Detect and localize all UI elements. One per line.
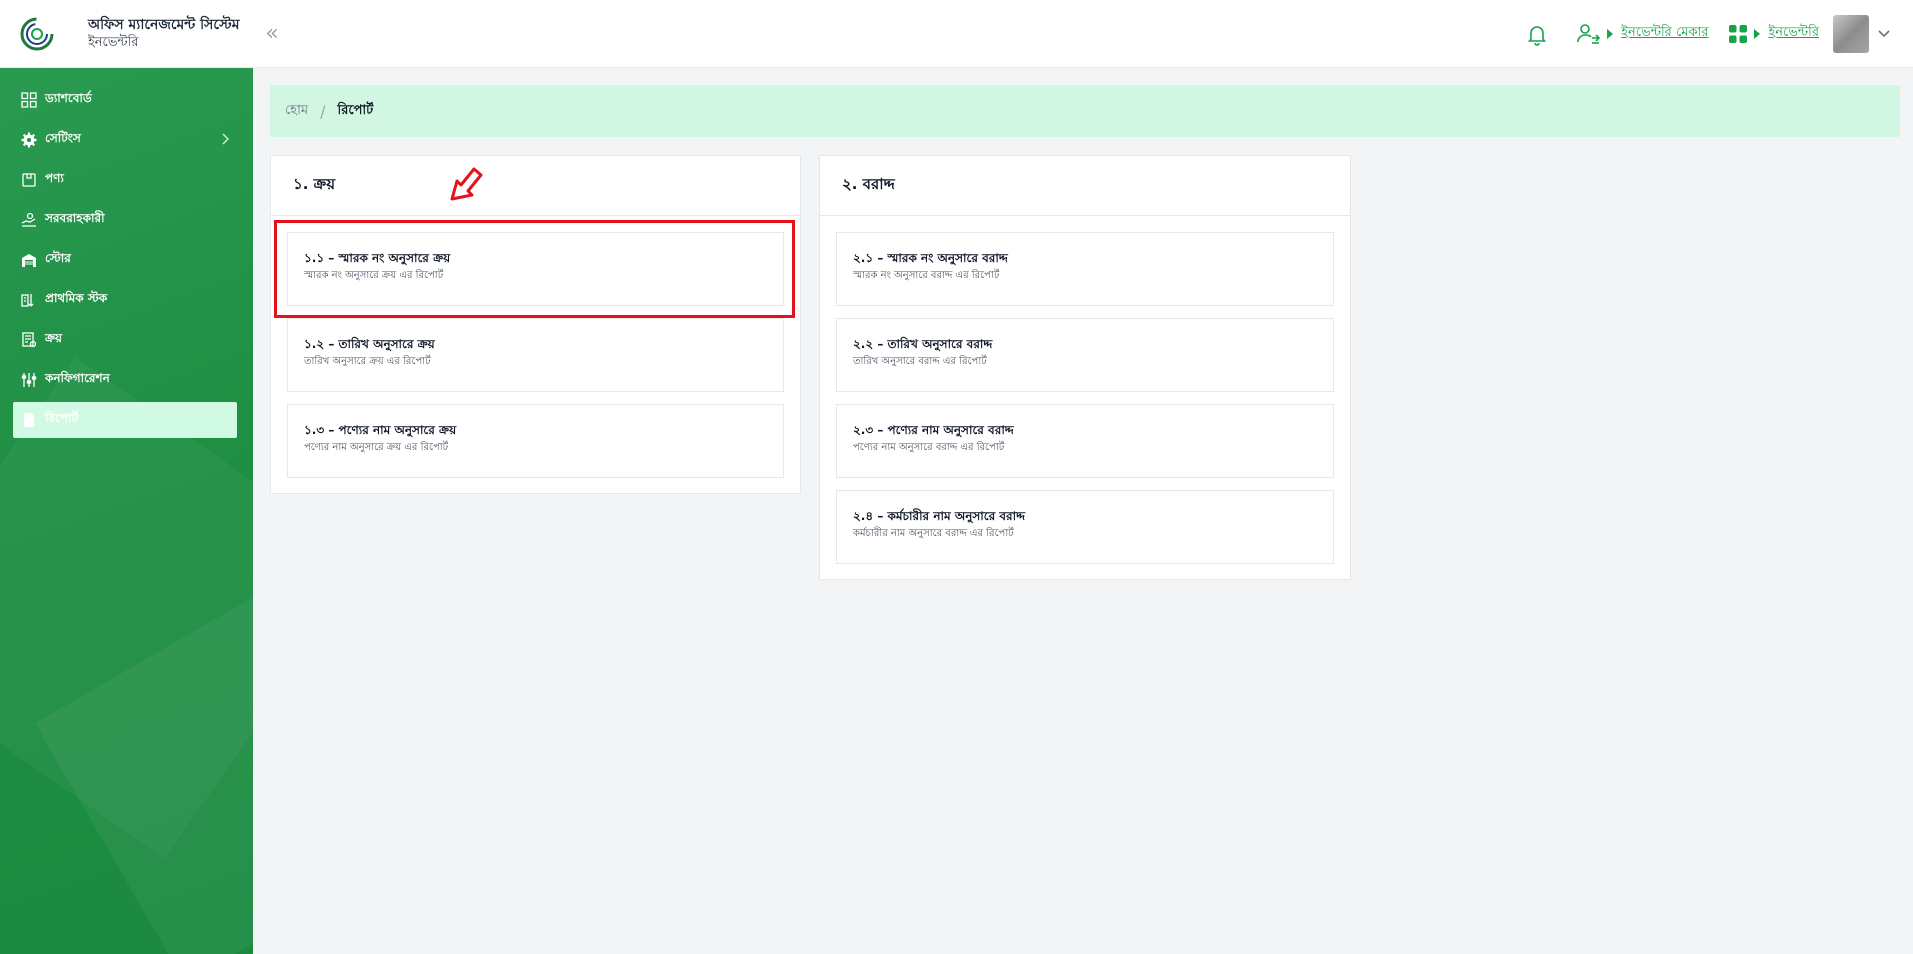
purchase-icon: [21, 332, 37, 348]
sidebar-item-suppliers[interactable]: সরবরাহকারী: [13, 202, 237, 238]
sidebar-menu: ড্যাশবোর্ড সেটিংস পণ্য সরবরাহকারী স্টোর …: [0, 68, 253, 438]
card-title: ১. ক্রয়: [271, 156, 800, 216]
supplier-icon: [21, 212, 37, 228]
report-item-allocation-by-memo[interactable]: ২.১ – স্মারক নং অনুসারে বরাদ্দ স্মারক নং…: [836, 232, 1334, 306]
report-item-allocation-by-date[interactable]: ২.২ – তারিখ অনুসারে বরাদ্দ তারিখ অনুসারে…: [836, 318, 1334, 392]
breadcrumb-separator: /: [320, 101, 326, 121]
report-item-purchase-by-product[interactable]: ১.৩ – পণ্যের নাম অনুসারে ক্রয় পণ্যের না…: [287, 404, 784, 478]
dashboard-icon: [21, 92, 37, 108]
sidebar-item-store[interactable]: স্টোর: [13, 242, 237, 278]
sidebar-collapse-button[interactable]: «: [260, 21, 284, 46]
avatar[interactable]: [1833, 14, 1869, 53]
sidebar-item-dashboard[interactable]: ড্যাশবোর্ড: [13, 82, 237, 118]
report-icon: [21, 412, 37, 428]
breadcrumb-current: রিপোর্ট: [337, 102, 374, 118]
grid-icon[interactable]: [1728, 24, 1748, 44]
brand[interactable]: অফিস ম্যানেজমেন্ট সিস্টেম ইনভেন্টরি: [20, 16, 250, 52]
caret-right-icon: [1754, 28, 1761, 39]
card-body: ১.১ – স্মারক নং অনুসারে ক্রয় স্মারক নং …: [271, 216, 800, 478]
report-item-subtitle: পণ্যের নাম অনুসারে ক্রয় এর রিপোর্ট: [304, 442, 449, 453]
mra-logo: [20, 17, 54, 51]
breadcrumb-home[interactable]: হোম: [285, 101, 308, 122]
sidebar-item-label: পণ্য: [45, 171, 64, 185]
sidebar-item-settings[interactable]: সেটিংস: [13, 122, 237, 158]
report-item-purchase-by-memo[interactable]: ১.১ – স্মারক নং অনুসারে ক্রয় স্মারক নং …: [287, 232, 784, 306]
sidebar-item-label: প্রাথমিক স্টক: [45, 291, 108, 305]
report-item-subtitle: স্মারক নং অনুসারে বরাদ্দ এর রিপোর্ট: [853, 270, 1000, 281]
app-subtitle: ইনভেন্টরি: [88, 34, 139, 50]
report-item-title: ২.২ – তারিখ অনুসারে বরাদ্দ: [853, 337, 993, 351]
module-link[interactable]: ইনভেন্টরি: [1768, 23, 1819, 44]
report-item-title: ২.৩ – পণ্যের নাম অনুসারে বরাদ্দ: [853, 423, 1014, 437]
chevron-right-icon: [221, 133, 230, 148]
sidebar-item-label: কনফিগারেশন: [45, 371, 110, 385]
report-item-allocation-by-employee[interactable]: ২.৪ – কর্মচারীর নাম অনুসারে বরাদ্দ কর্মচ…: [836, 490, 1334, 564]
top-header: অফিস ম্যানেজমেন্ট সিস্টেম ইনভেন্টরি « ইন…: [0, 0, 1913, 68]
card-title: ২. বরাদ্দ: [820, 156, 1350, 216]
sidebar-item-products[interactable]: পণ্য: [13, 162, 237, 198]
report-item-title: ১.৩ – পণ্যের নাম অনুসারে ক্রয়: [304, 423, 457, 437]
sidebar-item-configuration[interactable]: কনফিগারেশন: [13, 362, 237, 398]
card-body: ২.১ – স্মারক নং অনুসারে বরাদ্দ স্মারক নং…: [820, 216, 1350, 564]
report-item-subtitle: পণ্যের নাম অনুসারে বরাদ্দ এর রিপোর্ট: [853, 442, 1005, 453]
allocation-report-card: ২. বরাদ্দ ২.১ – স্মারক নং অনুসারে বরাদ্দ…: [819, 155, 1351, 580]
report-item-title: ২.১ – স্মারক নং অনুসারে বরাদ্দ: [853, 251, 1008, 265]
configuration-icon: [21, 372, 37, 388]
gear-icon: [21, 132, 37, 148]
report-item-subtitle: তারিখ অনুসারে বরাদ্দ এর রিপোর্ট: [853, 356, 987, 367]
report-item-title: ১.১ – স্মারক নং অনুসারে ক্রয়: [304, 251, 451, 265]
purchase-report-card: ১. ক্রয় ১.১ – স্মারক নং অনুসারে ক্রয় স…: [270, 155, 801, 494]
sidebar-item-report[interactable]: রিপোর্ট: [13, 402, 237, 438]
sidebar: ড্যাশবোর্ড সেটিংস পণ্য সরবরাহকারী স্টোর …: [0, 68, 253, 954]
report-item-title: ২.৪ – কর্মচারীর নাম অনুসারে বরাদ্দ: [853, 509, 1026, 523]
breadcrumb: হোম / রিপোর্ট: [270, 85, 1900, 137]
report-item-purchase-by-date[interactable]: ১.২ – তারিখ অনুসারে ক্রয় তারিখ অনুসারে …: [287, 318, 784, 392]
app-title: অফিস ম্যানেজমেন্ট সিস্টেম: [88, 16, 240, 33]
report-item-title: ১.২ – তারিখ অনুসারে ক্রয়: [304, 337, 435, 351]
report-item-allocation-by-product[interactable]: ২.৩ – পণ্যের নাম অনুসারে বরাদ্দ পণ্যের ন…: [836, 404, 1334, 478]
sidebar-item-label: ক্রয়: [45, 331, 63, 345]
caret-right-icon: [1607, 28, 1614, 39]
sidebar-item-label: সেটিংস: [45, 131, 81, 145]
sidebar-item-label: ড্যাশবোর্ড: [45, 91, 92, 105]
report-item-subtitle: স্মারক নং অনুসারে ক্রয় এর রিপোর্ট: [304, 270, 444, 281]
sidebar-item-initial-stock[interactable]: প্রাথমিক স্টক: [13, 282, 237, 318]
product-icon: [21, 172, 37, 188]
sidebar-item-label: সরবরাহকারী: [45, 211, 105, 225]
report-item-subtitle: কর্মচারীর নাম অনুসারে বরাদ্দ এর রিপোর্ট: [853, 528, 1014, 539]
store-icon: [21, 252, 37, 268]
sidebar-item-purchase[interactable]: ক্রয়: [13, 322, 237, 358]
header-actions: ইনভেন্টরি মেকার ইনভেন্টরি: [1525, 14, 1891, 53]
sidebar-item-label: স্টোর: [45, 251, 71, 265]
bell-icon[interactable]: [1525, 22, 1549, 46]
initial-stock-icon: [21, 292, 37, 308]
report-item-subtitle: তারিখ অনুসারে ক্রয় এর রিপোর্ট: [304, 356, 431, 367]
brand-text: অফিস ম্যানেজমেন্ট সিস্টেম ইনভেন্টরি: [88, 16, 240, 52]
sidebar-item-label: রিপোর্ট: [45, 411, 79, 425]
role-link[interactable]: ইনভেন্টরি মেকার: [1621, 23, 1708, 44]
user-switch-icon[interactable]: [1575, 22, 1601, 46]
chevron-down-icon[interactable]: [1877, 24, 1891, 43]
